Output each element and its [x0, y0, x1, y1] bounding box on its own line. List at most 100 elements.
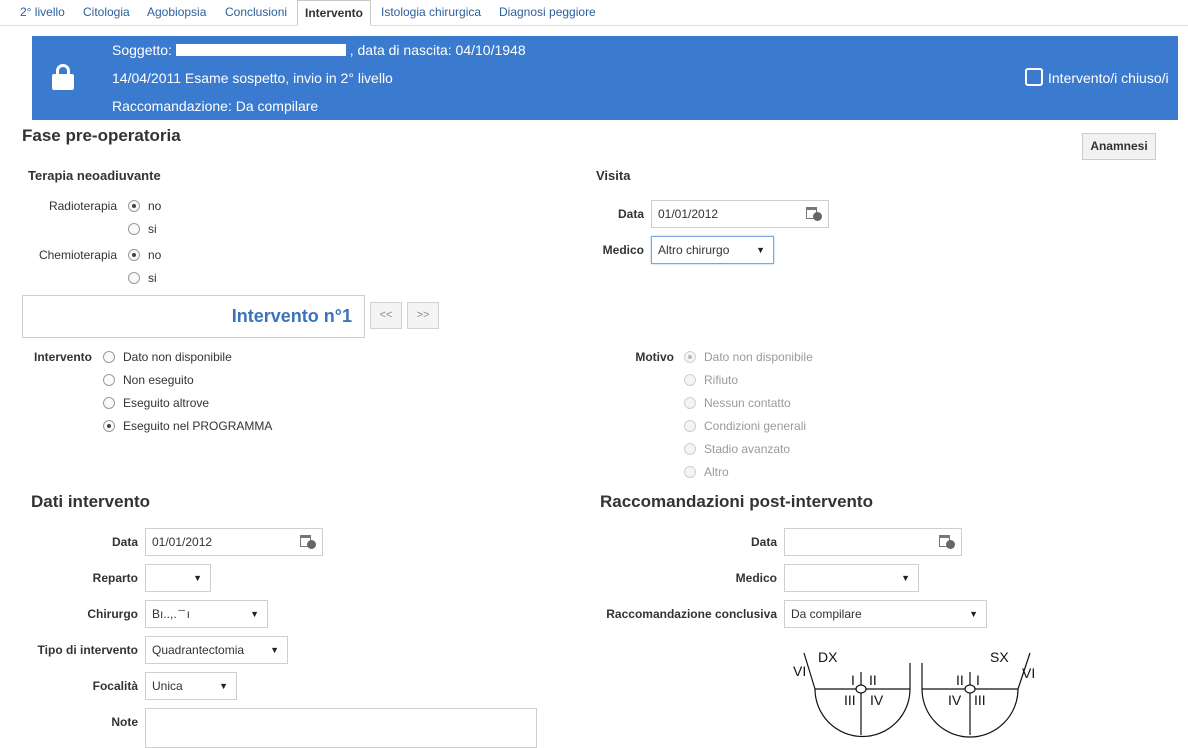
chemotherapy-si-radio[interactable] — [128, 272, 140, 284]
post-op-date-label: Data — [750, 535, 777, 549]
post-op-title: Raccomandazioni post-intervento — [600, 492, 873, 511]
post-op-date-input[interactable] — [784, 528, 962, 556]
radiotherapy-si-radio[interactable] — [128, 223, 140, 235]
visit-doctor-select[interactable]: Altro chirurgo ▼ — [651, 236, 774, 264]
tab-intervento[interactable]: Intervento — [297, 0, 372, 26]
tab-second-level[interactable]: 2° livello — [20, 0, 65, 26]
chevron-down-icon: ▼ — [193, 573, 202, 583]
tab-conclusioni[interactable]: Conclusioni — [225, 0, 287, 26]
reason-option-radio[interactable] — [684, 466, 696, 478]
reason-option-radio[interactable] — [684, 443, 696, 455]
chevron-down-icon: ▼ — [270, 645, 279, 655]
intervention-option-radio[interactable] — [103, 397, 115, 409]
intervention-header-panel: Intervento n°1 — [22, 295, 365, 338]
focality-label: Focalità — [92, 679, 138, 693]
right-quadrant-ii-label: II — [869, 672, 877, 688]
chevron-down-icon: ▼ — [756, 245, 765, 255]
reason-option-radio[interactable] — [684, 374, 696, 386]
reason-option-radio[interactable] — [684, 420, 696, 432]
patient-banner: Soggetto: , data di nascita: 04/10/1948 … — [32, 36, 1178, 120]
chemotherapy-no-radio[interactable] — [128, 249, 140, 261]
radiotherapy-si-label: si — [148, 222, 157, 236]
notes-textarea[interactable] — [145, 708, 537, 748]
dx-label: DX — [818, 649, 838, 665]
surgeon-label: Chirurgo — [87, 607, 138, 621]
sx-label: SX — [990, 649, 1009, 665]
chemotherapy-si-label: si — [148, 271, 157, 285]
exam-line: 14/04/2011 Esame sospetto, invio in 2° l… — [112, 70, 393, 86]
surgeon-value: Bı..,. ̄ ̄ ı — [152, 607, 191, 621]
subject-line: Soggetto: , data di nascita: 04/10/1948 — [112, 42, 526, 58]
recommendation-line: Raccomandazione: Da compilare — [112, 98, 319, 114]
right-quadrant-iii-label: III — [844, 692, 856, 708]
left-quadrant-i-label: I — [976, 672, 980, 688]
radiotherapy-label: Radioterapia — [48, 199, 117, 213]
visit-date-input[interactable]: 01/01/2012 — [651, 200, 829, 228]
radiotherapy-no-label: no — [148, 199, 162, 213]
reason-option-radio[interactable] — [684, 397, 696, 409]
reason-option-label: Altro — [704, 465, 729, 479]
reason-option-label: Stadio avanzato — [704, 442, 791, 456]
focality-select[interactable]: Unica ▼ — [145, 672, 237, 700]
reason-option-label: Rifiuto — [704, 373, 739, 387]
chemotherapy-no-label: no — [148, 248, 162, 262]
intervention-type-label: Tipo di intervento — [37, 643, 138, 657]
intervention-closed-label: Intervento/i chiuso/i — [1048, 70, 1169, 86]
pre-op-title: Fase pre-operatoria — [22, 126, 181, 145]
calendar-icon[interactable] — [300, 535, 316, 549]
calendar-icon[interactable] — [806, 207, 822, 221]
intervention-type-value: Quadrantectomia — [152, 643, 245, 657]
visit-date-label: Data — [617, 207, 644, 221]
post-op-doctor-label: Medico — [735, 571, 777, 585]
reason-option-label: Dato non disponibile — [704, 350, 813, 364]
conclusive-recommendation-select[interactable]: Da compilare ▼ — [784, 600, 987, 628]
ward-select[interactable]: ▼ — [145, 564, 211, 592]
chevron-down-icon: ▼ — [969, 609, 978, 619]
intervention-option-label: Dato non disponibile — [123, 350, 232, 364]
intervention-data-title: Dati intervento — [31, 492, 151, 511]
calendar-icon[interactable] — [939, 535, 955, 549]
tab-citologia[interactable]: Citologia — [83, 0, 130, 26]
surgeon-select[interactable]: Bı..,. ̄ ̄ ı ▼ — [145, 600, 268, 628]
notes-label: Note — [111, 715, 138, 729]
intervention-closed-checkbox[interactable] — [1025, 68, 1043, 86]
next-intervention-button[interactable]: >> — [407, 302, 439, 329]
intervention-date-value: 01/01/2012 — [152, 535, 213, 549]
post-op-doctor-select[interactable]: ▼ — [784, 564, 919, 592]
left-quadrant-ii-label: II — [956, 672, 964, 688]
intervention-option-radio[interactable] — [103, 351, 115, 363]
intervention-date-input[interactable]: 01/01/2012 — [145, 528, 323, 556]
chevron-down-icon: ▼ — [250, 609, 259, 619]
intervention-option-radio[interactable] — [103, 420, 115, 432]
intervention-option-label: Non eseguito — [123, 373, 194, 387]
intervention-type-select[interactable]: Quadrantectomia ▼ — [145, 636, 288, 664]
reason-label: Motivo — [635, 350, 674, 364]
chemotherapy-label: Chemioterapia — [38, 248, 117, 262]
reason-option-radio[interactable] — [684, 351, 696, 363]
intervention-option-label: Eseguito altrove — [123, 396, 210, 410]
reason-option-label: Condizioni generali — [704, 419, 807, 433]
intervention-number-title: Intervento n°1 — [231, 306, 352, 326]
visit-doctor-label: Medico — [602, 243, 644, 257]
focality-value: Unica — [152, 679, 183, 693]
ward-label: Reparto — [92, 571, 138, 585]
chevron-down-icon: ▼ — [219, 681, 228, 691]
redacted-name — [175, 44, 346, 56]
tab-diagnosi-peggiore[interactable]: Diagnosi peggiore — [499, 0, 596, 26]
reason-option-label: Nessun contatto — [704, 396, 791, 410]
breast-quadrant-diagram: DX VI I II III IV SX VI II I IV III — [793, 649, 1035, 738]
visit-doctor-value: Altro chirurgo — [658, 243, 730, 257]
tab-bar: 2° livello Citologia Agobiopsia Conclusi… — [0, 0, 1188, 26]
conclusive-recommendation-label: Raccomandazione conclusiva — [606, 607, 777, 621]
left-quadrant-vi-label: VI — [1022, 665, 1035, 681]
conclusive-recommendation-value: Da compilare — [791, 607, 862, 621]
intervention-option-radio[interactable] — [103, 374, 115, 386]
neoadjuvant-title: Terapia neoadiuvante — [28, 168, 161, 183]
intervention-date-label: Data — [111, 535, 138, 549]
anamnesi-button[interactable]: Anamnesi — [1082, 133, 1156, 160]
tab-agobiopsia[interactable]: Agobiopsia — [147, 0, 206, 26]
intervention-option-label: Eseguito nel PROGRAMMA — [123, 419, 273, 433]
tab-istologia-chirurgica[interactable]: Istologia chirurgica — [381, 0, 481, 26]
radiotherapy-no-radio[interactable] — [128, 200, 140, 212]
previous-intervention-button[interactable]: << — [370, 302, 402, 329]
